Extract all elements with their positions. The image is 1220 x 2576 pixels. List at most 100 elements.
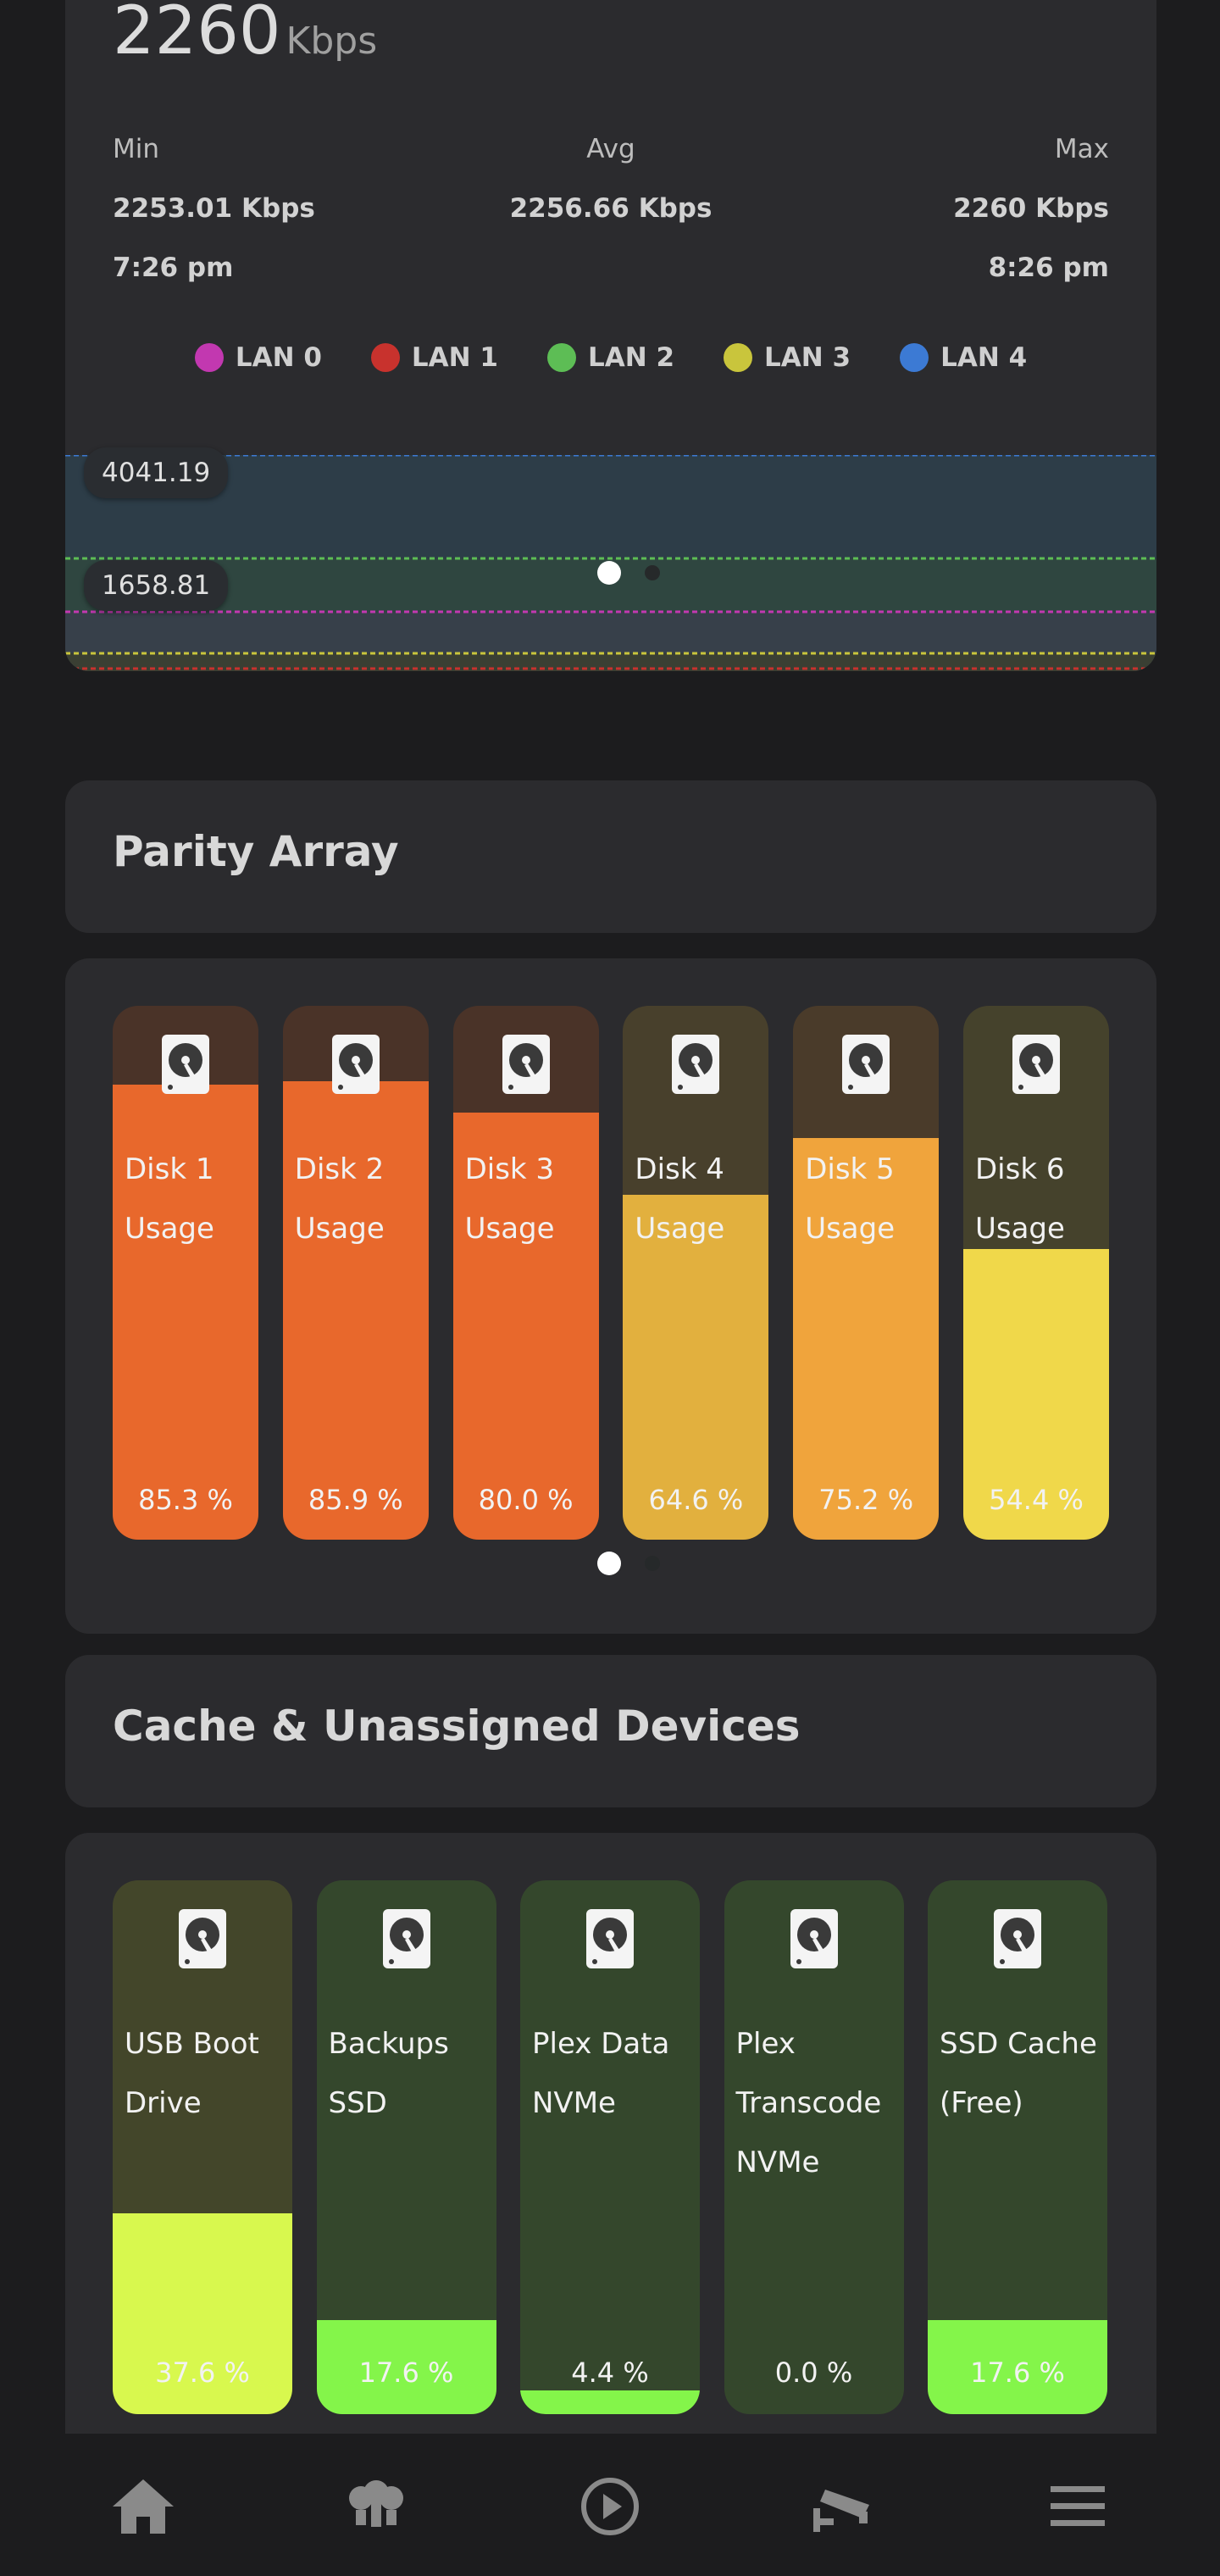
device-usage-percent: 37.6 %	[155, 2357, 250, 2389]
legend-label: LAN 0	[235, 342, 322, 373]
network-value: 2260	[113, 0, 281, 69]
device-tile-3[interactable]: Plex Data NVMe 4.4 %	[520, 1880, 700, 2414]
network-page-dots[interactable]	[597, 561, 660, 585]
max-value: 2260 Kbps	[953, 193, 1109, 224]
device-label: Backups SSD	[329, 2014, 449, 2133]
cache-header: Cache & Unassigned Devices	[65, 1655, 1156, 1807]
disk-usage-percent: 85.3 %	[138, 1484, 233, 1516]
device-tile-5[interactable]: SSD Cache (Free) 17.6 %	[928, 1880, 1107, 2414]
disk-label: Disk 1 Usage	[125, 1152, 214, 1246]
legend-item-lan1[interactable]: LAN 1	[370, 342, 498, 373]
legend-label: LAN 4	[940, 342, 1028, 373]
disk-tile-5[interactable]: Disk 5 Usage 75.2 %	[793, 1006, 940, 1540]
device-usage-percent: 17.6 %	[970, 2357, 1065, 2389]
legend-dot	[370, 343, 400, 372]
legend-item-lan3[interactable]: LAN 3	[724, 342, 851, 373]
device-label: Plex Data NVMe	[532, 2014, 669, 2133]
device-usage-percent: 17.6 %	[358, 2357, 454, 2389]
hard-drive-icon	[331, 1035, 380, 1094]
disk-tile-4[interactable]: Disk 4 Usage 64.6 %	[623, 1006, 769, 1540]
hard-drive-icon	[994, 1909, 1041, 1968]
page-dot-active[interactable]	[597, 1552, 621, 1575]
hard-drive-icon	[790, 1909, 838, 1968]
disk-usage-percent: 64.6 %	[648, 1484, 744, 1516]
hard-drive-icon	[179, 1909, 226, 1968]
bottom-navigation	[0, 2434, 1220, 2576]
home-icon[interactable]	[108, 2474, 179, 2539]
disk-tile-6[interactable]: Disk 6 Usage 54.4 %	[963, 1006, 1109, 1540]
hard-drive-icon	[586, 1909, 634, 1968]
start-time: 7:26 pm	[113, 253, 234, 283]
device-label-line: (Free)	[940, 2086, 1023, 2120]
disk-usage-percent: 54.4 %	[989, 1484, 1084, 1516]
disk-tile-2[interactable]: Disk 2 Usage 85.9 %	[282, 1006, 429, 1540]
disk-label: Disk 2 Usage	[294, 1152, 385, 1246]
graph-marker-low: 1658.81	[84, 560, 229, 611]
usage-bar	[520, 2390, 700, 2414]
page-dot-active[interactable]	[597, 561, 621, 585]
parity-array-header: Parity Array	[65, 780, 1156, 933]
avg-label: Avg	[586, 134, 635, 164]
disk-tile-1[interactable]: Disk 1 Usage 85.3 %	[113, 1006, 258, 1540]
hard-drive-icon	[672, 1035, 720, 1094]
network-card: 2260 Kbps Min Avg Max 2253.01 Kbps 2256.6…	[65, 0, 1156, 671]
device-label-line: Backups	[328, 2027, 449, 2061]
device-usage-percent: 4.4 %	[571, 2357, 649, 2389]
disk-label: Disk 5 Usage	[805, 1152, 896, 1246]
device-label-line: Plex	[735, 2027, 796, 2061]
device-label-line: USB Boot	[125, 2027, 259, 2061]
hard-drive-icon	[382, 1909, 430, 1968]
network-current-value: 2260 Kbps	[113, 0, 377, 64]
device-tile-4[interactable]: Plex Transcode NVMe 0.0 %	[724, 1880, 904, 2414]
parity-array-title: Parity Array	[113, 827, 399, 876]
max-label: Max	[1054, 134, 1109, 164]
device-label: USB Boot Drive	[125, 2014, 259, 2133]
hard-drive-icon	[162, 1035, 209, 1094]
legend-label: LAN 3	[764, 342, 851, 373]
disk-label: Disk 6 Usage	[975, 1152, 1065, 1246]
device-label-line: NVMe	[735, 2146, 820, 2179]
end-time: 8:26 pm	[988, 253, 1109, 283]
device-label-line: NVMe	[532, 2086, 616, 2120]
legend-dot	[900, 343, 929, 372]
disk-usage-percent: 85.9 %	[308, 1484, 403, 1516]
device-tile-2[interactable]: Backups SSD 17.6 %	[316, 1880, 496, 2414]
device-label: SSD Cache (Free)	[940, 2014, 1097, 2133]
device-label: Plex Transcode NVMe	[736, 2014, 882, 2192]
play-icon[interactable]	[574, 2474, 646, 2539]
parity-disks-card: Disk 1 Usage 85.3 % Disk 2 Usage 85.9 % Disk…	[65, 958, 1156, 1634]
legend-dot	[194, 343, 224, 372]
disk-tile-3[interactable]: Disk 3 Usage 80.0 %	[452, 1006, 599, 1540]
cache-devices-card: USB Boot Drive 37.6 % Backups SSD 17.6 % Plex …	[65, 1833, 1156, 2434]
legend-dot	[724, 343, 753, 372]
parity-page-dots[interactable]	[597, 1552, 660, 1575]
device-label-line: Transcode	[735, 2086, 882, 2120]
disk-usage-percent: 80.0 %	[478, 1484, 574, 1516]
network-unit: Kbps	[286, 19, 378, 63]
device-tile-1[interactable]: USB Boot Drive 37.6 %	[113, 1880, 292, 2414]
device-label-line: Drive	[125, 2086, 202, 2120]
legend-label: LAN 2	[587, 342, 675, 373]
device-usage-percent: 0.0 %	[774, 2357, 853, 2389]
disk-label: Disk 4 Usage	[635, 1152, 725, 1246]
legend-item-lan2[interactable]: LAN 2	[546, 342, 675, 373]
security-camera-icon[interactable]	[810, 2474, 881, 2539]
hard-drive-icon	[842, 1035, 890, 1094]
legend-label: LAN 1	[411, 342, 498, 373]
lightbulbs-icon[interactable]	[341, 2474, 412, 2539]
legend-item-lan4[interactable]: LAN 4	[900, 342, 1027, 373]
hard-drive-icon	[1012, 1035, 1060, 1094]
device-label-line: Plex Data	[532, 2027, 670, 2061]
hard-drive-icon	[502, 1035, 550, 1094]
legend-dot	[546, 343, 576, 372]
disk-label: Disk 3 Usage	[464, 1152, 555, 1246]
menu-icon[interactable]	[1042, 2474, 1113, 2539]
disk-usage-percent: 75.2 %	[818, 1484, 914, 1516]
device-label-line: SSD	[328, 2086, 387, 2120]
chart-legend: LAN 0 LAN 1 LAN 2 LAN 3 LAN 4	[65, 342, 1156, 373]
page-dot[interactable]	[645, 565, 660, 580]
graph-marker-high: 4041.19	[84, 447, 229, 498]
cache-title: Cache & Unassigned Devices	[113, 1702, 801, 1751]
legend-item-lan0[interactable]: LAN 0	[194, 342, 322, 373]
page-dot[interactable]	[645, 1556, 660, 1571]
